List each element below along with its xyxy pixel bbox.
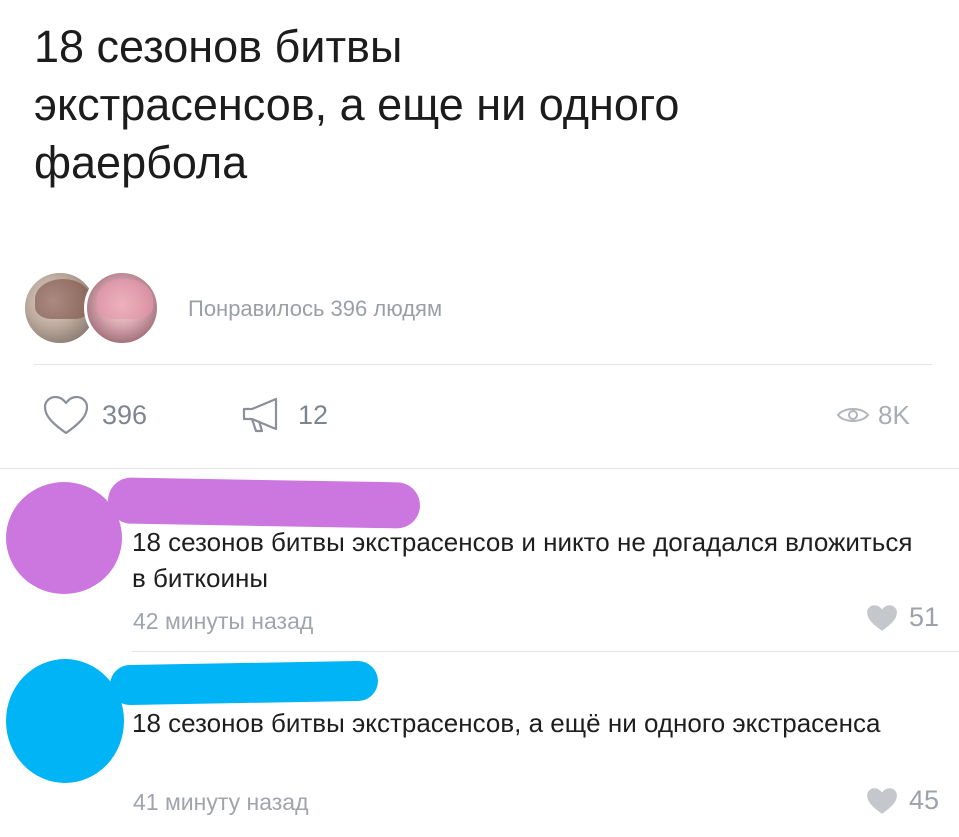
- liker-avatar[interactable]: [84, 270, 160, 346]
- repost-count: 12: [298, 399, 329, 430]
- comment-item: 18 сезонов битвы экстрасенсов и никто не…: [0, 468, 959, 651]
- comment-like-count: 51: [908, 602, 939, 632]
- eye-icon: [836, 408, 870, 422]
- views-count: 8K: [878, 399, 910, 430]
- comment-timestamp: 41 минуту назад: [133, 789, 309, 815]
- repost-button[interactable]: 12: [238, 385, 328, 445]
- comment-like-button[interactable]: 51: [865, 602, 939, 633]
- comment-timestamp: 42 минуты назад: [133, 608, 314, 634]
- divider: [34, 364, 932, 365]
- comment-text: 18 сезонов битвы экстрасенсов и никто не…: [132, 527, 913, 593]
- like-button[interactable]: 396: [42, 385, 147, 445]
- comment-author-name[interactable]: [109, 660, 379, 706]
- like-count: 396: [102, 399, 148, 430]
- comment-like-button[interactable]: 45: [865, 785, 939, 816]
- comment-author-avatar[interactable]: [6, 482, 122, 594]
- comment-author-name[interactable]: [107, 477, 421, 529]
- comment-author-avatar[interactable]: [6, 659, 124, 783]
- comment-item: 18 сезонов битвы экстрасенсов, а ещё ни …: [0, 651, 959, 837]
- post-text: 18 сезонов битвы экстрасенсов, а еще ни …: [34, 21, 680, 188]
- heart-filled-icon: [867, 787, 897, 814]
- liked-by-summary[interactable]: Понравилось 396 людям: [188, 296, 442, 322]
- megaphone-icon: [242, 397, 278, 433]
- heart-filled-icon: [867, 604, 897, 631]
- comment-text: 18 сезонов битвы экстрасенсов, а ещё ни …: [132, 708, 881, 738]
- post-actions-bar: 396 12 8K: [0, 385, 959, 445]
- liked-by-row[interactable]: Понравилось 396 людям: [22, 270, 922, 350]
- views-indicator: 8K: [836, 385, 910, 445]
- comment-like-count: 45: [908, 785, 939, 815]
- heart-outline-icon: [43, 395, 89, 435]
